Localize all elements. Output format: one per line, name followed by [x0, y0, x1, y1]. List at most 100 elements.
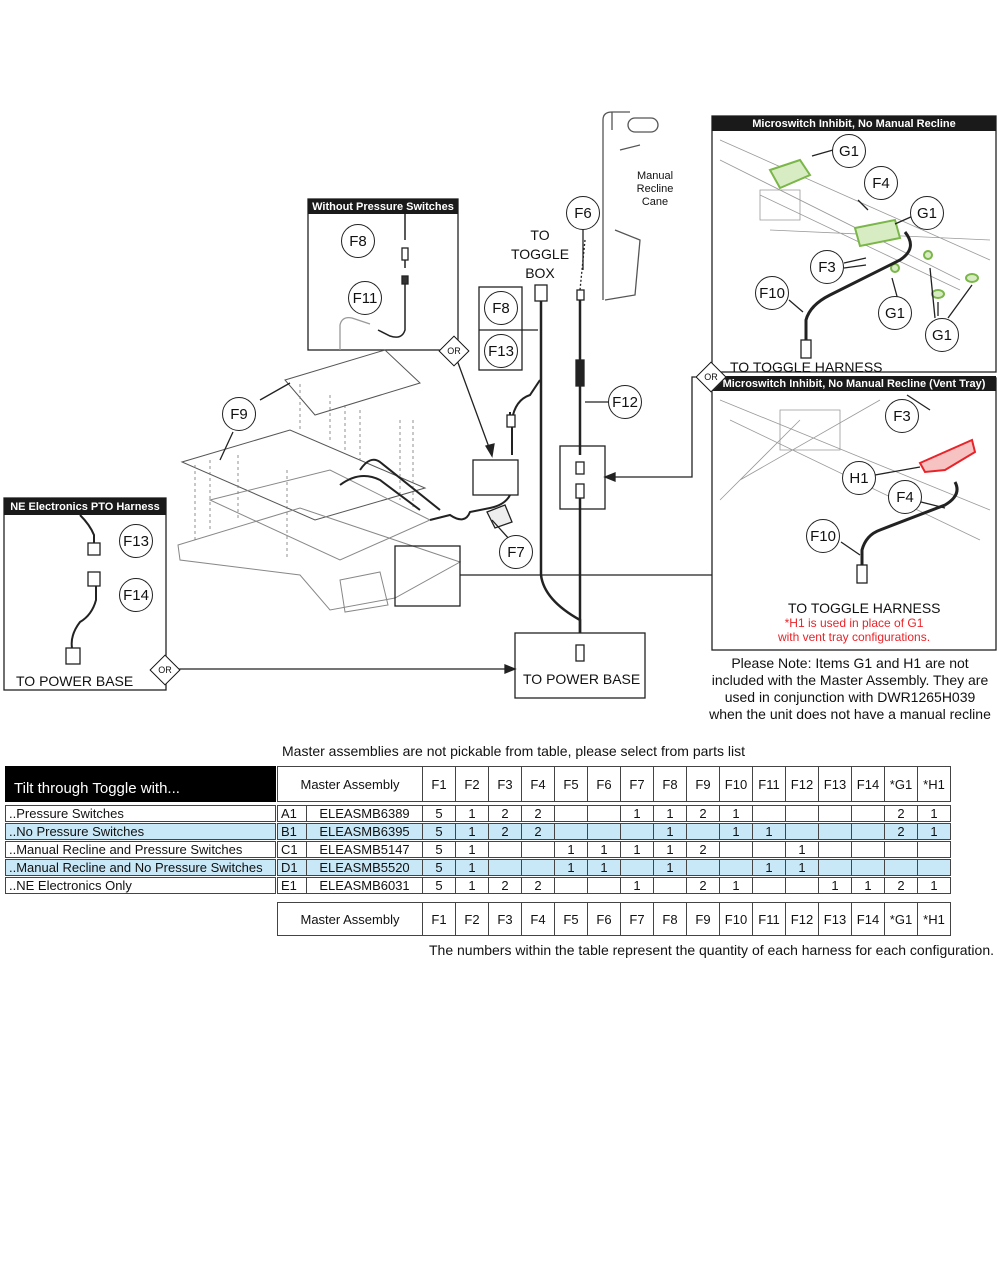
table-row[interactable]: ..No Pressure Switches B1 ELEASMB6395 5 1 2 2 1…: [5, 823, 951, 840]
row-label: ..Manual Recline and No Pressure Switche…: [5, 859, 276, 876]
row-part-number[interactable]: ELEASMB6389: [306, 805, 423, 822]
qty-cell: 1: [455, 859, 489, 876]
qty-cell: 1: [620, 841, 654, 858]
column-header-f3: F3: [488, 766, 522, 802]
callout-f13-box[interactable]: F13: [484, 334, 518, 368]
callout-f3[interactable]: F3: [885, 399, 919, 433]
qty-cell: [752, 877, 786, 894]
qty-cell: 1: [752, 859, 786, 876]
row-part-number[interactable]: ELEASMB6395: [306, 823, 423, 840]
qty-cell: 1: [455, 805, 489, 822]
qty-cell: [488, 841, 522, 858]
callout-f4[interactable]: F4: [864, 166, 898, 200]
callout-g1[interactable]: G1: [832, 134, 866, 168]
row-part-number[interactable]: ELEASMB5520: [306, 859, 423, 876]
column-header-f14: F14: [851, 766, 885, 802]
qty-cell: [653, 877, 687, 894]
table-row[interactable]: ..NE Electronics Only E1 ELEASMB6031 5 1 2 2 1 2…: [5, 877, 951, 894]
to-toggle-box-label: TO TOGGLE BOX: [505, 226, 575, 283]
column-header-f10: F10: [719, 766, 753, 802]
callout-f8-box[interactable]: F8: [484, 291, 518, 325]
row-part-number[interactable]: ELEASMB5147: [306, 841, 423, 858]
qty-cell: [521, 841, 555, 858]
qty-cell: 1: [554, 841, 588, 858]
callout-f7[interactable]: F7: [499, 535, 533, 569]
column-header-star-h1: *H1: [917, 766, 951, 802]
column-header-f7: F7: [620, 766, 654, 802]
callout-f6[interactable]: F6: [566, 196, 600, 230]
qty-cell: [818, 841, 852, 858]
qty-cell: [851, 823, 885, 840]
column-header-f10: F10: [719, 902, 753, 936]
frame-detail-box: [394, 545, 461, 607]
qty-cell: 2: [686, 841, 720, 858]
qty-cell: [719, 859, 753, 876]
qty-cell: 1: [653, 823, 687, 840]
callout-f3[interactable]: F3: [810, 250, 844, 284]
row-part-number[interactable]: ELEASMB6031: [306, 877, 423, 894]
qty-cell: 2: [521, 877, 555, 894]
qty-cell: 5: [422, 823, 456, 840]
column-header-f2: F2: [455, 902, 489, 936]
column-header-f11: F11: [752, 902, 786, 936]
callout-f12[interactable]: F12: [608, 385, 642, 419]
table-row[interactable]: ..Manual Recline and No Pressure Switche…: [5, 859, 951, 876]
qty-cell: [818, 823, 852, 840]
manual-recline-cane-label: Manual Recline Cane: [630, 170, 680, 209]
callout-f4[interactable]: F4: [888, 480, 922, 514]
qty-cell: [884, 859, 918, 876]
qty-cell: [917, 841, 951, 858]
callout-g1[interactable]: G1: [925, 318, 959, 352]
column-header-f6: F6: [587, 766, 621, 802]
callout-f14[interactable]: F14: [119, 578, 153, 612]
qty-cell: 1: [653, 859, 687, 876]
qty-cell: 1: [785, 841, 819, 858]
note-line: Please Note: Items G1 and H1 are not: [731, 655, 969, 671]
qty-cell: [851, 859, 885, 876]
table-row[interactable]: ..Manual Recline and Pressure Switches C1…: [5, 841, 951, 858]
or-label: OR: [447, 346, 461, 356]
qty-cell: [719, 841, 753, 858]
qty-cell: 2: [884, 823, 918, 840]
column-header-f4: F4: [521, 902, 555, 936]
microswitch-inhibit-title: Microswitch Inhibit, No Manual Recline: [712, 116, 996, 131]
qty-cell: 5: [422, 877, 456, 894]
or-label: OR: [704, 372, 718, 382]
qty-cell: 1: [917, 877, 951, 894]
qty-cell: 2: [488, 805, 522, 822]
column-header-f1: F1: [422, 766, 456, 802]
qty-cell: 2: [488, 877, 522, 894]
callout-f13[interactable]: F13: [119, 524, 153, 558]
qty-cell: [818, 859, 852, 876]
qty-cell: 1: [752, 823, 786, 840]
qty-cell: 1: [587, 859, 621, 876]
qty-cell: [884, 841, 918, 858]
pressure-switch-detail-box: [472, 459, 519, 496]
callout-f11[interactable]: F11: [348, 281, 382, 315]
row-code: A1: [277, 805, 307, 822]
h1-note-line-2: with vent tray configurations.: [777, 630, 931, 644]
callout-f9[interactable]: F9: [222, 397, 256, 431]
column-header-star-g1: *G1: [884, 902, 918, 936]
toggle-box-line: BOX: [525, 265, 555, 281]
qty-cell: 5: [422, 841, 456, 858]
qty-cell: 1: [719, 805, 753, 822]
callout-g1[interactable]: G1: [878, 296, 912, 330]
callout-f8[interactable]: F8: [341, 224, 375, 258]
column-header-f2: F2: [455, 766, 489, 802]
qty-cell: 2: [521, 823, 555, 840]
table-row[interactable]: ..Pressure Switches A1 ELEASMB6389 5 1 2 2 1 1 2 1…: [5, 805, 951, 822]
row-label: ..No Pressure Switches: [5, 823, 276, 840]
toggle-box-line: TO: [530, 227, 550, 243]
qty-cell: 2: [884, 805, 918, 822]
qty-cell: [917, 859, 951, 876]
connector-detail-box: [559, 445, 606, 510]
callout-h1[interactable]: H1: [842, 461, 876, 495]
callout-g1[interactable]: G1: [910, 196, 944, 230]
callout-f10[interactable]: F10: [806, 519, 840, 553]
qty-cell: [620, 823, 654, 840]
callout-f10[interactable]: F10: [755, 276, 789, 310]
to-power-base-label: TO POWER BASE: [523, 671, 641, 687]
without-pressure-switches-title: Without Pressure Switches: [308, 199, 458, 214]
qty-cell: [620, 859, 654, 876]
